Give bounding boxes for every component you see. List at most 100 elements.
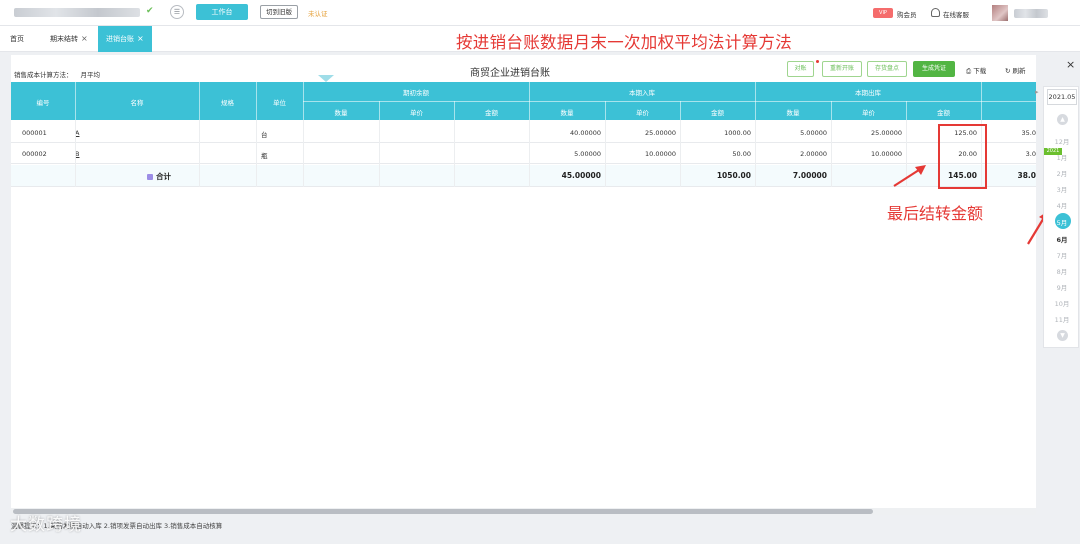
header-open-amount: 金额 bbox=[485, 109, 498, 117]
header-unit: 单位 bbox=[273, 99, 286, 107]
table-row[interactable]: 000002 B 瓶 5.00000 10.00000 50.00 2.0000… bbox=[11, 144, 1036, 164]
cell-in-price: 10.00000 bbox=[644, 150, 676, 158]
cell-next: 35.0 bbox=[1021, 129, 1036, 137]
workbench-button[interactable]: 工作台 bbox=[196, 4, 248, 20]
horizontal-scrollbar[interactable] bbox=[11, 508, 1036, 515]
refresh-button[interactable]: ↻ 刷新 bbox=[1005, 65, 1026, 75]
tab-home[interactable]: 首页 bbox=[10, 26, 24, 52]
highlight-box bbox=[938, 124, 987, 189]
cell-in-qty: 40.00000 bbox=[569, 129, 601, 137]
header-spec: 规格 bbox=[221, 99, 234, 107]
cell-in-price: 25.00000 bbox=[644, 129, 676, 137]
cell-out-price: 10.00000 bbox=[870, 150, 902, 158]
collapse-handle[interactable] bbox=[318, 75, 334, 82]
download-label: 下载 bbox=[973, 67, 987, 75]
cell-out-qty: 5.00000 bbox=[800, 129, 827, 137]
calendar-icon[interactable]: ☰ bbox=[170, 5, 184, 19]
header-out-qty: 数量 bbox=[786, 109, 800, 117]
unverified-link[interactable]: 未认证 bbox=[308, 8, 328, 18]
vip-icon: VIP bbox=[873, 8, 893, 18]
refresh-icon: ↻ bbox=[1005, 67, 1013, 75]
top-bar: ✔ ☰ 工作台 切到旧版 未认证 VIP 购会员 在线客服 bbox=[0, 0, 1080, 26]
scrollbar-thumb[interactable] bbox=[13, 509, 873, 514]
cell-in-amount: 1000.00 bbox=[724, 129, 751, 137]
header-out-price: 单价 bbox=[862, 109, 875, 117]
header-in-amount: 金额 bbox=[711, 109, 724, 117]
switch-old-version-button[interactable]: 切到旧版 bbox=[260, 5, 298, 19]
annotation-note: 最后结转金额 bbox=[887, 204, 984, 223]
header-in-qty: 数量 bbox=[560, 109, 574, 117]
header-out-amount: 金额 bbox=[937, 109, 950, 117]
avatar[interactable] bbox=[992, 5, 1008, 21]
cell-code: 000002 bbox=[22, 150, 47, 158]
generate-voucher-button[interactable]: 生成凭证 bbox=[913, 61, 955, 77]
period-month[interactable]: 4月 bbox=[1044, 200, 1080, 210]
total-label: 合计 bbox=[147, 171, 171, 182]
tab-label: 首页 bbox=[10, 35, 24, 43]
close-icon[interactable]: × bbox=[81, 34, 88, 43]
selected-period[interactable]: 2021.05 bbox=[1047, 89, 1077, 105]
tab-period-end-carryover[interactable]: 期末结转 × bbox=[50, 26, 88, 52]
period-month[interactable]: 9月 bbox=[1044, 282, 1080, 292]
period-month[interactable]: 8月 bbox=[1044, 266, 1080, 276]
period-month[interactable]: 3月 bbox=[1044, 184, 1080, 194]
ledger-panel: 销售成本计算方法： 月平均 商贸企业进销台账 对账 重新开账 存货盘点 生成凭证 … bbox=[11, 55, 1036, 515]
chevron-up-icon[interactable]: ▲ bbox=[1057, 114, 1068, 125]
notice-dot bbox=[816, 60, 819, 63]
total-in-amount: 1050.00 bbox=[716, 171, 751, 180]
annotation-caption: 按进销台账数据月末一次加权平均法计算方法 bbox=[456, 33, 792, 52]
company-name-blurred bbox=[14, 8, 140, 17]
download-button[interactable]: ⎙ 下载 bbox=[966, 65, 986, 76]
close-all-tabs-icon[interactable]: × bbox=[1066, 58, 1075, 71]
period-month[interactable]: 11月 bbox=[1044, 314, 1080, 324]
inventory-count-button[interactable]: 存货盘点 bbox=[867, 61, 907, 77]
chevron-down-icon[interactable]: ▼ bbox=[1057, 330, 1068, 341]
collapse-icon[interactable] bbox=[147, 174, 153, 180]
close-icon[interactable]: × bbox=[137, 34, 144, 43]
cell-in-qty: 5.00000 bbox=[574, 150, 601, 158]
cost-method-label: 销售成本计算方法： bbox=[14, 71, 73, 79]
cell-unit: 台 bbox=[261, 131, 268, 139]
check-button[interactable]: 对账 bbox=[787, 61, 814, 77]
buy-membership-link[interactable]: 购会员 bbox=[897, 9, 917, 19]
page-title: 商贸企业进销台账 bbox=[470, 68, 550, 79]
period-month[interactable]: 1月 bbox=[1044, 152, 1080, 162]
cell-unit: 瓶 bbox=[261, 152, 268, 160]
watermark: 大数跨境 bbox=[10, 515, 82, 535]
header-opening: 期初余额 bbox=[403, 89, 429, 97]
table-row[interactable]: 000001 A 台 40.00000 25.00000 1000.00 5.0… bbox=[11, 123, 1036, 143]
cell-out-price: 25.00000 bbox=[870, 129, 902, 137]
header-outbound: 本期出库 bbox=[855, 89, 881, 97]
headset-icon bbox=[931, 8, 940, 17]
header-open-price: 单价 bbox=[410, 109, 423, 117]
cell-code: 000001 bbox=[22, 129, 47, 137]
cost-method-select[interactable]: 月平均 bbox=[81, 71, 101, 79]
period-month[interactable]: 12月 bbox=[1044, 136, 1080, 146]
period-month[interactable]: 7月 bbox=[1044, 250, 1080, 260]
period-month[interactable]: 10月 bbox=[1044, 298, 1080, 308]
reopen-button[interactable]: 重新开账 bbox=[822, 61, 862, 77]
cell-next: 3.0 bbox=[1025, 150, 1036, 158]
tab-label: 期末结转 bbox=[50, 35, 78, 43]
chevron-right-icon[interactable]: ▸ bbox=[1035, 88, 1039, 96]
total-label-text: 合计 bbox=[156, 172, 171, 181]
period-month[interactable]: 6月 bbox=[1044, 234, 1080, 244]
period-month[interactable]: 2月 bbox=[1044, 168, 1080, 178]
online-service-link[interactable]: 在线客服 bbox=[943, 9, 969, 19]
header-inbound: 本期入库 bbox=[629, 89, 655, 97]
period-month-current[interactable]: 5月 bbox=[1044, 217, 1080, 227]
cost-method: 销售成本计算方法： 月平均 bbox=[14, 69, 100, 79]
tab-inventory-ledger[interactable]: 进销台账 × bbox=[98, 26, 152, 52]
total-out-qty: 7.00000 bbox=[792, 171, 827, 180]
cell-out-qty: 2.00000 bbox=[800, 150, 827, 158]
header-in-price: 单价 bbox=[636, 109, 649, 117]
username-blurred bbox=[1014, 9, 1048, 18]
check-icon: ✔ bbox=[146, 6, 154, 16]
arrow-icon bbox=[893, 165, 926, 187]
header-name: 名称 bbox=[130, 99, 144, 107]
refresh-label: 刷新 bbox=[1012, 67, 1026, 75]
cell-in-amount: 50.00 bbox=[732, 150, 751, 158]
table-header: 编号 名称 规格 单位 期初余额 本期入库 本期出库 数量 单价 金额 数量 单… bbox=[11, 82, 1036, 120]
total-next: 38.0 bbox=[1017, 171, 1036, 180]
header-open-qty: 数量 bbox=[334, 109, 348, 117]
